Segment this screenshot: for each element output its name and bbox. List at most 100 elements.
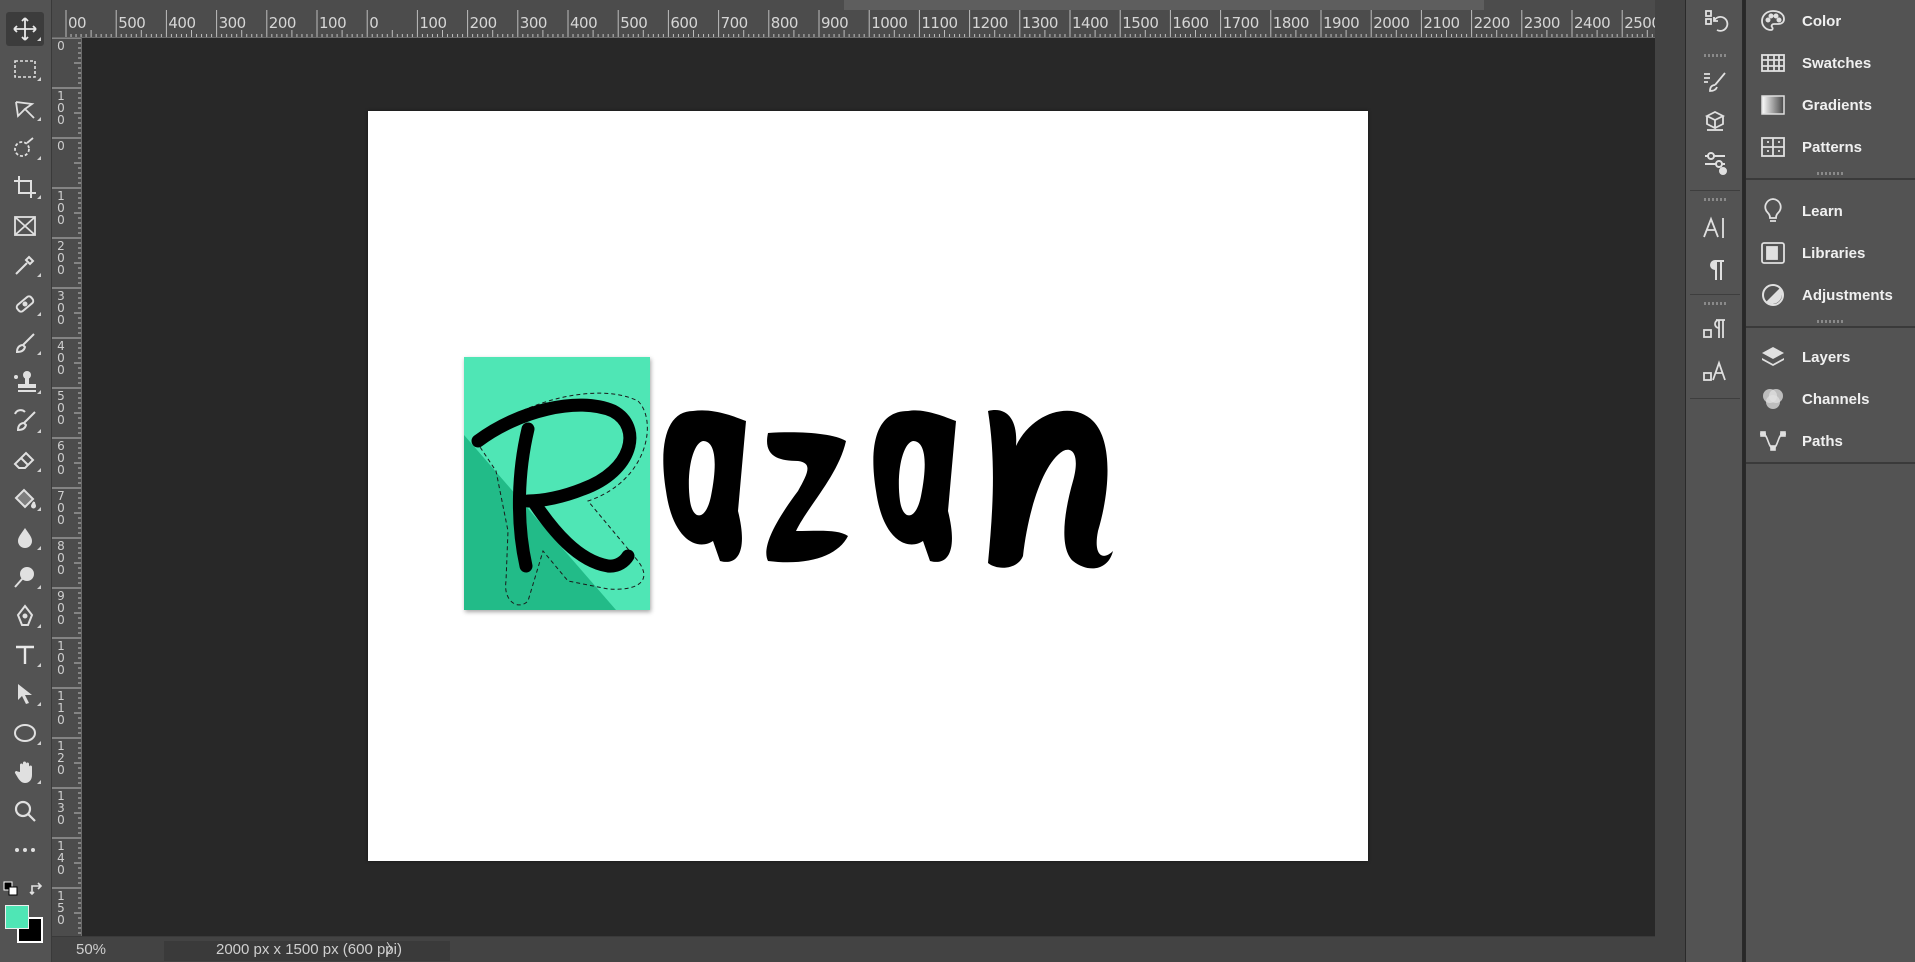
paragraph-panel-button[interactable] xyxy=(1696,252,1734,288)
canvas-area[interactable] xyxy=(82,38,1655,936)
character-styles-button[interactable] xyxy=(1696,354,1734,390)
ruler-tick-label: 900 xyxy=(821,14,849,32)
pen-tool[interactable] xyxy=(6,599,44,633)
horizontal-ruler: 00 500 400 300 200 100 0 100 200 300 400 500 600 700 8… xyxy=(52,0,1655,38)
arrow-icon xyxy=(18,684,32,704)
ellipse-tool[interactable] xyxy=(6,716,44,750)
panel-libraries[interactable]: Libraries xyxy=(1746,232,1915,274)
bucket-icon xyxy=(14,488,37,509)
zoom-level[interactable]: 50% xyxy=(76,941,106,958)
panel-label: Gradients xyxy=(1802,96,1873,114)
pattern-icon xyxy=(1761,137,1785,157)
ellipsis-icon xyxy=(15,848,35,852)
quick-select-icon xyxy=(14,137,34,157)
ruler-tick-label: 1600 xyxy=(1172,14,1209,32)
history-panel-button[interactable] xyxy=(1696,4,1734,40)
brush-tool[interactable] xyxy=(6,326,44,360)
character-icon xyxy=(1703,216,1724,238)
document-info[interactable]: 2000 px x 1500 px (600 ppi) xyxy=(164,941,450,961)
panel-swatches[interactable]: Swatches xyxy=(1746,42,1915,84)
collapsed-panel-strip xyxy=(1685,0,1743,962)
ruler-tick-label: 400 xyxy=(570,14,598,32)
ruler-tick-label: 600 xyxy=(57,439,65,477)
character-panel-button[interactable] xyxy=(1696,210,1734,246)
panel-layers[interactable]: Layers xyxy=(1746,336,1915,378)
panel-patterns[interactable]: Patterns xyxy=(1746,126,1915,168)
frame-tool[interactable] xyxy=(6,209,44,243)
eraser-tool[interactable] xyxy=(6,443,44,477)
hand-icon xyxy=(14,761,32,783)
panel-gradients[interactable]: Gradients xyxy=(1746,84,1915,126)
logo-word-azan xyxy=(663,410,1113,569)
lasso-icon xyxy=(15,101,35,119)
panel-label: Paths xyxy=(1802,432,1843,450)
foreground-color-swatch[interactable] xyxy=(5,905,29,929)
properties-panel-button[interactable] xyxy=(1696,144,1734,180)
blur-tool[interactable] xyxy=(6,521,44,555)
ruler-tick-label: 1300 xyxy=(1021,14,1059,32)
paint-bucket-tool[interactable] xyxy=(6,482,44,516)
eyedropper-tool[interactable] xyxy=(6,248,44,282)
ruler-tick-label: 120 xyxy=(57,739,65,777)
paragraph-icon xyxy=(1710,260,1724,280)
frame-icon xyxy=(14,216,36,236)
ruler-tick-label: 800 xyxy=(770,14,799,32)
libraries-icon xyxy=(1761,242,1785,264)
history-brush-tool[interactable] xyxy=(6,404,44,438)
lasso-tool[interactable] xyxy=(6,92,44,126)
brush-settings-button[interactable] xyxy=(1696,64,1734,100)
brush-presets-icon xyxy=(1704,72,1726,92)
status-menu-arrow[interactable]: 〉 xyxy=(386,939,400,959)
panel-label: Libraries xyxy=(1802,244,1866,262)
ruler-tick-label: 2100 xyxy=(1423,14,1460,32)
marquee-tool[interactable] xyxy=(6,52,44,86)
move-tool[interactable] xyxy=(6,12,44,46)
ruler-tick-label: 700 xyxy=(57,489,65,527)
pen-icon xyxy=(16,604,34,626)
healing-brush-tool[interactable] xyxy=(6,287,44,321)
hand-tool[interactable] xyxy=(6,755,44,789)
panel-color[interactable]: Color xyxy=(1746,0,1915,42)
panel-adjustments[interactable]: Adjustments xyxy=(1746,274,1915,316)
horizontal-scrollbar[interactable] xyxy=(844,0,1484,10)
swap-colors-icon[interactable] xyxy=(28,880,46,898)
eyedropper-icon xyxy=(15,255,35,275)
panel-learn[interactable]: Learn xyxy=(1746,190,1915,232)
character-styles-icon xyxy=(1703,360,1726,381)
rect-marquee-icon xyxy=(14,60,36,78)
ruler-tick-label: 400 xyxy=(57,339,65,377)
ruler-tick-label: 1000 xyxy=(871,14,908,32)
panel-label: Swatches xyxy=(1802,54,1872,72)
ruler-tick-label: 1400 xyxy=(1072,14,1109,32)
paragraph-styles-button[interactable] xyxy=(1696,312,1734,348)
ruler-tick-label: 2300 xyxy=(1523,14,1561,32)
panel-label: Learn xyxy=(1802,202,1843,220)
dodge-tool[interactable] xyxy=(6,560,44,594)
more-tools[interactable] xyxy=(6,833,44,867)
lightbulb-icon xyxy=(1764,198,1782,222)
panel-channels[interactable]: Channels xyxy=(1746,378,1915,420)
ruler-tick-label: 700 xyxy=(720,14,749,32)
ruler-tick-label: 100 xyxy=(57,639,65,677)
clone-stamp-tool[interactable] xyxy=(6,365,44,399)
ruler-tick-label: 400 xyxy=(168,14,196,32)
document-canvas[interactable] xyxy=(368,111,1368,861)
quick-select-tool[interactable] xyxy=(6,131,44,165)
panel-group-learn: Learn Libraries Adjustments xyxy=(1746,190,1915,328)
3d-panel-button[interactable] xyxy=(1696,104,1734,140)
ruler-tick-label: 1800 xyxy=(1272,14,1310,32)
drop-icon xyxy=(18,528,32,548)
crop-tool[interactable] xyxy=(6,170,44,204)
panel-paths[interactable]: Paths xyxy=(1746,420,1915,462)
ruler-tick-label: 2000 xyxy=(1373,14,1410,32)
panel-label: Patterns xyxy=(1802,138,1863,156)
crop-icon xyxy=(14,176,36,198)
zoom-tool[interactable] xyxy=(6,794,44,828)
panel-dock-gap xyxy=(1655,0,1685,962)
tools-panel xyxy=(0,0,52,962)
path-select-tool[interactable] xyxy=(6,677,44,711)
default-colors-icon[interactable] xyxy=(2,880,20,898)
history-brush-icon xyxy=(14,409,36,432)
type-tool[interactable] xyxy=(6,638,44,672)
photoshop-window: 00 500 400 300 200 100 0 100 200 300 400 500 600 700 8… xyxy=(0,0,1915,962)
